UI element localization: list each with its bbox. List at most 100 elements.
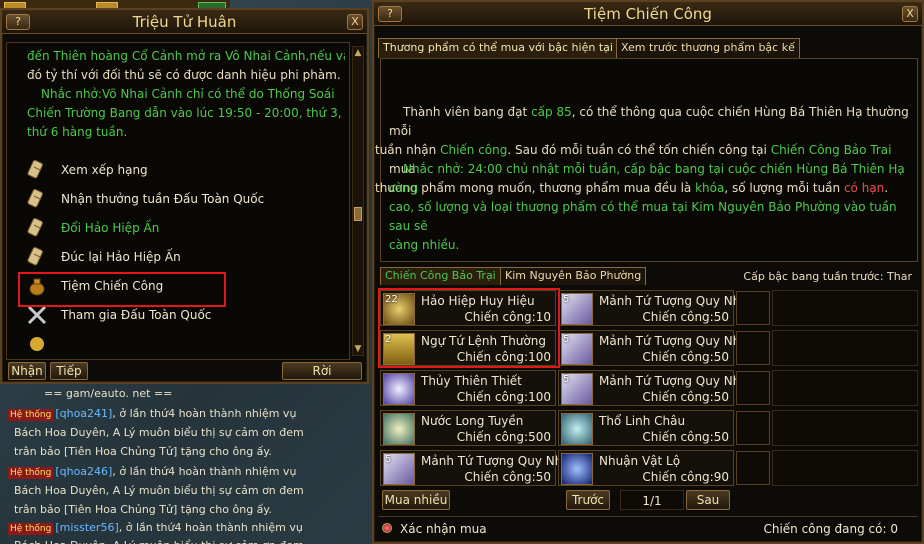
shop-item-cell[interactable]: Nhuận Vật Lộ Chiến công:90 [558,450,734,486]
menu-item-label: Đổi Hảo Hiệp Ấn [61,221,160,235]
empty-slot[interactable] [736,451,770,485]
system-tag: Hệ thống [8,467,54,479]
chat-line: Bách Hoa Duyên, A Lý muôn biểu thị sự cả… [14,484,304,497]
item-quantity: 5 [563,374,570,385]
item-name: Mảnh Tứ Tượng Quy Nh [599,334,741,348]
menu-item-recast-seal[interactable]: Đúc lại Hảo Hiệp Ấn [25,244,345,270]
subtab-merit-treasure[interactable]: Chiến Công Bảo Trại [380,267,501,285]
empty-slot[interactable] [772,450,918,486]
tab-current-rank[interactable]: Thương phẩm có thể mua với bậc hiện tại [378,38,618,58]
empty-slot[interactable] [772,410,918,446]
shop-item-cell[interactable]: Nước Long Tuyền Chiến công:500 [380,410,556,446]
intro-text: đến Thiên hoàng Cổ Cảnh mở ra Vô Nhai Cả… [27,47,345,85]
highlight-box [378,288,560,368]
scroll-icon [25,216,49,240]
shop-item-cell[interactable]: 5 Mảnh Tứ Tượng Quy Nh Chiến công:50 [558,330,740,366]
player-link[interactable]: [qhoa241] [55,407,112,420]
leave-button[interactable]: Rời [282,362,362,380]
shop-reminder: Nhắc nhở: 24:00 chủ nhật mỗi tuần, cấp b… [389,160,911,255]
chat-header: == gam/eauto. net == [44,387,173,400]
player-link[interactable]: [misster56] [55,521,118,534]
scroll-up-icon[interactable]: ▲ [353,47,363,59]
receive-tab[interactable]: Nhận [8,362,46,380]
chat-line: trân bảo [Tiên Hoa Chủng Tử] tặng cho ôn… [14,445,272,458]
coin-icon [25,331,49,351]
fragment-icon: 5 [561,373,593,405]
highlight-box [18,272,226,307]
scroll-down-icon[interactable]: ▼ [353,343,363,355]
item-price: Chiến công:50 [464,470,551,484]
shop-item-cell[interactable]: 5 Mảnh Tứ Tượng Quy Nh Chiến công:50 [558,370,740,406]
item-quantity: 5 [385,454,392,465]
empty-slot[interactable] [736,411,770,445]
item-name: Mảnh Tứ Tượng Quy Nh [599,294,741,308]
shop-item-cell[interactable]: Thủy Thiên Thiết Chiến công:100 [380,370,556,406]
menu-item-exchange-seal[interactable]: Đổi Hảo Hiệp Ấn [25,215,345,241]
scrollbar[interactable]: ▲ ▼ [352,46,364,356]
item-price: Chiến công:50 [642,350,729,364]
shop-reminder-line: Nhắc nhở: 24:00 chủ nhật mỗi tuần, cấp b… [389,162,905,195]
empty-slot[interactable] [736,331,770,365]
chat-line: Bách Hoa Duyên, A Lý muôn biểu thị sự cả… [14,536,304,544]
item-price: Chiến công:50 [642,390,729,404]
reminder-text: Nhắc nhở:Võ Nhai Cảnh chỉ có thể do Thốn… [27,85,345,142]
help-button[interactable]: ? [378,6,402,22]
reminder-line: Chiến Trường Bang dẫn vào lúc 19:50 - 20… [27,106,342,120]
menu-item-label: Tham gia Đấu Toàn Quốc [61,308,212,322]
close-button[interactable]: X [902,6,918,22]
item-quantity: 5 [563,334,570,345]
empty-slot[interactable] [736,371,770,405]
confirm-purchase-label[interactable]: Xác nhận mua [400,522,487,536]
scroll-icon [25,245,49,269]
chat-line: Hệ thống [qhoa246], ở lần thứ4 hoàn thành… [8,462,296,481]
prev-page-button[interactable]: Trước [566,490,610,510]
tab-next-rank-preview[interactable]: Xem trước thương phẩm bậc kế [616,38,800,58]
next-tab[interactable]: Tiếp [50,362,88,380]
confirm-toggle-icon[interactable] [382,523,392,533]
shop-item-cell[interactable]: 5 Mảnh Tứ Tượng Quy Nh Chiến công:50 [558,290,740,326]
item-price: Chiến công:90 [642,470,729,484]
scroll-thumb[interactable] [354,207,362,221]
last-week-rank: Cấp bậc bang tuần trước: Thar [743,270,912,283]
item-name: Thổ Linh Châu [599,414,686,428]
menu-item-more[interactable] [25,331,345,351]
scroll-icon [25,187,49,211]
reminder-line: thứ 6 hàng tuần. [27,125,128,139]
shop-item-cell[interactable]: Thổ Linh Châu Chiến công:50 [558,410,734,446]
next-page-button[interactable]: Sau [686,490,730,510]
chat-line: Bách Hoa Duyên, A Lý muôn biểu thị sự cả… [14,426,304,439]
reminder-line: Nhắc nhở:Võ Nhai Cảnh chỉ có thể do Thốn… [41,87,335,101]
buy-many-button[interactable]: Mua nhiều [382,490,450,510]
item-price: Chiến công:50 [642,430,729,444]
system-tag: Hệ thống [8,523,54,535]
help-button[interactable]: ? [6,14,30,30]
chat-text: , ở lần thứ4 hoàn thành nhiệm vụ [112,465,297,478]
item-quantity: 5 [563,294,570,305]
intro-line: đó tỷ thí với đối thủ sẽ có được danh hi… [27,68,341,82]
item-price: Chiến công:50 [642,310,729,324]
close-button[interactable]: X [347,14,363,30]
player-link[interactable]: [qhoa246] [55,465,112,478]
item-name: Nhuận Vật Lộ [599,454,681,468]
empty-slot[interactable] [736,291,770,325]
chat-line: trân bảo [Tiên Hoa Chủng Tử] tặng cho ôn… [14,503,272,516]
menu-item-weekly-reward[interactable]: Nhận thưởng tuần Đấu Toàn Quốc [25,186,345,212]
empty-slot[interactable] [772,290,918,326]
menu-item-label: Nhận thưởng tuần Đấu Toàn Quốc [61,192,265,206]
npc-dialog-panel: Triệu Tử Huân ? X đến Thiên hoàng Cổ Cản… [0,8,369,384]
intro-line: đến Thiên hoàng Cổ Cảnh mở ra Vô Nhai Cả… [27,49,345,63]
item-price: Chiến công:100 [456,390,551,404]
menu-item-ranking[interactable]: Xem xếp hạng [25,157,345,183]
fragment-icon: 5 [561,333,593,365]
shop-item-cell[interactable]: 5 Mảnh Tứ Tượng Quy Nh Chiến công:50 [380,450,562,486]
chat-line: Hệ thống [misster56], ở lần thứ4 hoàn thà… [8,518,303,537]
subtab-gold-shop[interactable]: Kim Nguyên Bảo Phường [500,267,647,285]
shop-reminder-line: càng nhiều. [389,238,460,252]
orb-icon [561,413,593,445]
chat-line: Hệ thống [qhoa241], ở lần thứ4 hoàn thành… [8,404,296,423]
scroll-icon [25,158,49,182]
empty-slot[interactable] [772,330,918,366]
empty-slot[interactable] [772,370,918,406]
system-tag: Hệ thống [8,409,54,421]
menu-item-label: Đúc lại Hảo Hiệp Ấn [61,250,181,264]
